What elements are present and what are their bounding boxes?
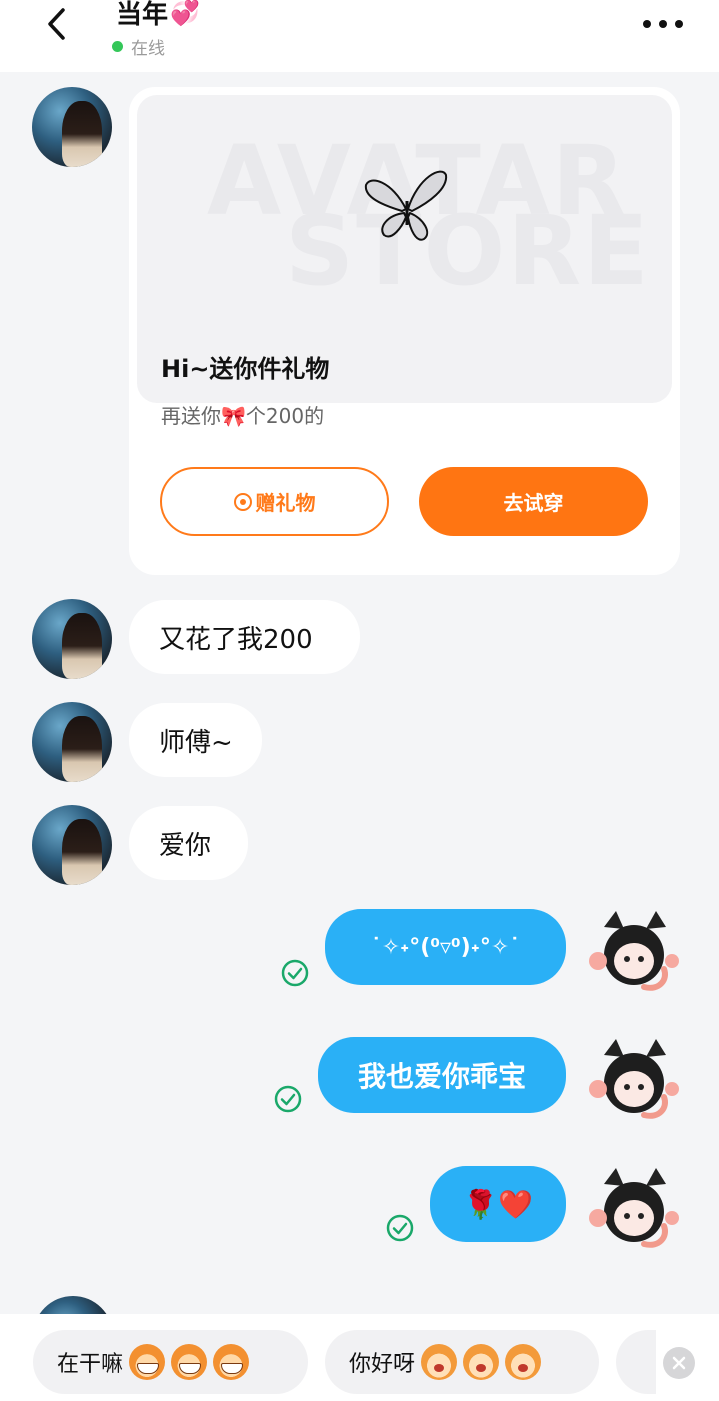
more-options-button[interactable] xyxy=(643,14,683,34)
quick-reply-chip[interactable]: 在干嘛 xyxy=(33,1330,308,1394)
contact-avatar[interactable] xyxy=(32,599,112,679)
close-quick-replies-button[interactable] xyxy=(663,1347,695,1379)
user-avatar[interactable] xyxy=(586,1035,682,1131)
read-check-icon xyxy=(281,959,309,987)
try-on-label: 去试穿 xyxy=(503,491,564,515)
message-text: 师傅~ xyxy=(159,727,233,758)
send-gift-button[interactable]: 赠礼物 xyxy=(160,467,389,536)
message-text: 又花了我200 xyxy=(159,624,313,655)
read-check-icon xyxy=(274,1085,302,1113)
target-icon xyxy=(233,492,252,511)
user-avatar[interactable] xyxy=(586,1164,682,1260)
quick-reply-text: 你好呀 xyxy=(349,1352,416,1377)
quick-reply-chip[interactable] xyxy=(616,1330,656,1394)
more-dot-icon xyxy=(675,20,683,28)
online-status: 在线 xyxy=(112,34,165,59)
quick-reply-text: 在干嘛 xyxy=(57,1352,124,1377)
contact-name-text: 当年 xyxy=(116,0,169,30)
grin-emoji-icon xyxy=(129,1344,166,1380)
message-text: 我也爱你乖宝 xyxy=(357,1060,526,1093)
banner-text: STORE xyxy=(285,195,651,307)
online-status-text: 在线 xyxy=(131,39,165,59)
hearts-icon: 💞 xyxy=(170,0,200,27)
smile-emoji-icon xyxy=(463,1344,500,1380)
user-avatar[interactable] xyxy=(586,907,682,1003)
contact-avatar[interactable] xyxy=(32,702,112,782)
quick-reply-chip[interactable]: 你好呀 xyxy=(325,1330,599,1394)
contact-avatar[interactable] xyxy=(32,805,112,885)
message-bubble-incoming[interactable]: 师傅~ xyxy=(129,703,262,777)
contact-avatar[interactable] xyxy=(32,87,112,167)
back-button[interactable] xyxy=(38,4,74,44)
send-gift-label: 赠礼物 xyxy=(255,491,316,515)
message-text: ˙✧˖°(⁰▿⁰)˖°✧˙ xyxy=(370,934,521,960)
message-bubble-outgoing[interactable]: ˙✧˖°(⁰▿⁰)˖°✧˙ xyxy=(325,909,566,985)
chevron-left-icon xyxy=(48,8,65,40)
contact-name[interactable]: 当年 💞 xyxy=(116,0,200,31)
message-bubble-incoming[interactable]: 爱你 xyxy=(129,806,248,880)
online-dot-icon xyxy=(112,41,123,52)
message-text: 🌹❤️ xyxy=(463,1187,533,1221)
message-bubble-outgoing[interactable]: 我也爱你乖宝 xyxy=(318,1037,566,1113)
grin-emoji-icon xyxy=(171,1344,208,1380)
read-check-icon xyxy=(386,1214,414,1242)
more-dot-icon xyxy=(659,20,667,28)
butterfly-icon xyxy=(364,170,448,241)
try-on-button[interactable]: 去试穿 xyxy=(419,467,648,536)
gift-card: AVATAR STORE Hi~送你件礼物 再送你🎀个200的 赠礼物 去试穿 xyxy=(129,87,680,575)
message-bubble-outgoing[interactable]: 🌹❤️ xyxy=(430,1166,566,1242)
more-dot-icon xyxy=(643,20,651,28)
message-text: 爱你 xyxy=(159,830,212,861)
grin-emoji-icon xyxy=(213,1344,250,1380)
quick-reply-bar: 在干嘛 你好呀 xyxy=(0,1314,719,1401)
close-icon xyxy=(672,1356,686,1370)
chat-header: 当年 💞 在线 xyxy=(0,0,719,72)
smile-emoji-icon xyxy=(505,1344,542,1380)
message-bubble-incoming[interactable]: 又花了我200 xyxy=(129,600,360,674)
gift-card-subtitle: 再送你🎀个200的 xyxy=(161,404,325,428)
gift-card-title: Hi~送你件礼物 xyxy=(161,355,330,383)
smile-emoji-icon xyxy=(421,1344,458,1380)
